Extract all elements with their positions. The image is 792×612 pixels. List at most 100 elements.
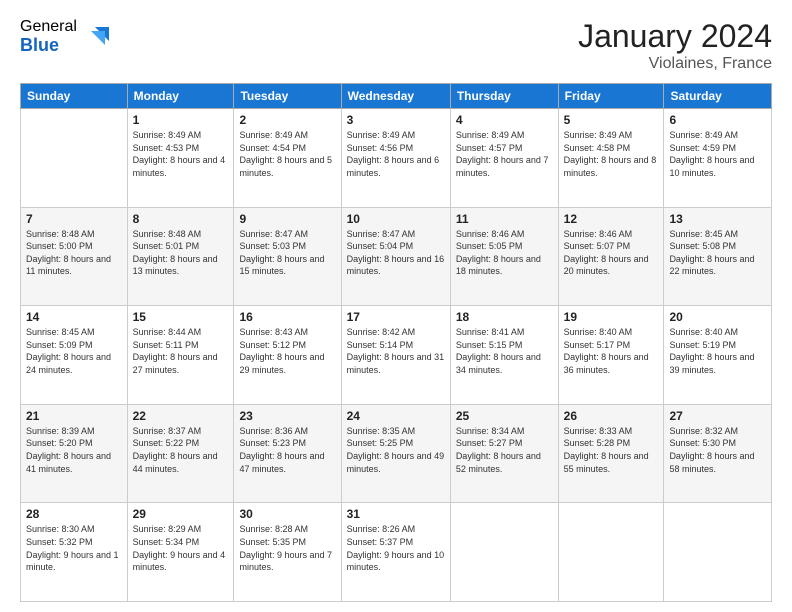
day-number: 15 — [133, 310, 229, 324]
day-number: 21 — [26, 409, 122, 423]
day-info: Sunrise: 8:26 AM Sunset: 5:37 PM Dayligh… — [347, 523, 445, 573]
day-number: 30 — [239, 507, 335, 521]
day-header-wednesday: Wednesday — [341, 84, 450, 109]
calendar: SundayMondayTuesdayWednesdayThursdayFrid… — [20, 83, 772, 602]
day-number: 31 — [347, 507, 445, 521]
day-info: Sunrise: 8:49 AM Sunset: 4:58 PM Dayligh… — [564, 129, 659, 179]
calendar-cell — [558, 503, 664, 602]
day-number: 5 — [564, 113, 659, 127]
calendar-cell: 7 Sunrise: 8:48 AM Sunset: 5:00 PM Daylig… — [21, 207, 128, 306]
calendar-cell: 3Sunrise: 8:49 AM Sunset: 4:56 PM Daylig… — [341, 109, 450, 208]
day-info: Sunrise: 8:49 AM Sunset: 4:59 PM Dayligh… — [669, 129, 766, 179]
day-info: Sunrise: 8:46 AM Sunset: 5:07 PM Dayligh… — [564, 228, 659, 278]
calendar-cell: 30 Sunrise: 8:28 AM Sunset: 5:35 PM Dayli… — [234, 503, 341, 602]
day-number: 8 — [133, 212, 229, 226]
calendar-cell: 11 Sunrise: 8:46 AM Sunset: 5:05 PM Dayli… — [450, 207, 558, 306]
day-info: Sunrise: 8:32 AM Sunset: 5:30 PM Dayligh… — [669, 425, 766, 475]
day-info: Sunrise: 8:40 AM Sunset: 5:19 PM Dayligh… — [669, 326, 766, 376]
calendar-body: 1 Sunrise: 8:49 AM Sunset: 4:53 PM Daylig… — [21, 109, 772, 602]
calendar-week-2: 7 Sunrise: 8:48 AM Sunset: 5:00 PM Daylig… — [21, 207, 772, 306]
calendar-header-row: SundayMondayTuesdayWednesdayThursdayFrid… — [21, 84, 772, 109]
day-number: 22 — [133, 409, 229, 423]
calendar-cell: 27 Sunrise: 8:32 AM Sunset: 5:30 PM Dayli… — [664, 404, 772, 503]
logo: General Blue — [20, 18, 113, 55]
day-header-friday: Friday — [558, 84, 664, 109]
day-number: 27 — [669, 409, 766, 423]
calendar-cell: 9 Sunrise: 8:47 AM Sunset: 5:03 PM Daylig… — [234, 207, 341, 306]
day-number: 9 — [239, 212, 335, 226]
day-info: Sunrise: 8:43 AM Sunset: 5:12 PM Dayligh… — [239, 326, 335, 376]
calendar-cell: 25 Sunrise: 8:34 AM Sunset: 5:27 PM Dayli… — [450, 404, 558, 503]
logo-blue: Blue — [20, 36, 77, 56]
day-info: Sunrise: 8:40 AM Sunset: 5:17 PM Dayligh… — [564, 326, 659, 376]
day-number: 10 — [347, 212, 445, 226]
day-number: 1 — [133, 113, 229, 127]
day-number: 7 — [26, 212, 122, 226]
title-block: January 2024 Violaines, France — [578, 18, 772, 73]
calendar-cell: 24 Sunrise: 8:35 AM Sunset: 5:25 PM Dayli… — [341, 404, 450, 503]
day-info: Sunrise: 8:49 AM Sunset: 4:56 PM Dayligh… — [347, 129, 445, 179]
day-number: 26 — [564, 409, 659, 423]
day-info: Sunrise: 8:47 AM Sunset: 5:04 PM Dayligh… — [347, 228, 445, 278]
calendar-cell: 14Sunrise: 8:45 AM Sunset: 5:09 PM Dayli… — [21, 306, 128, 405]
day-info: Sunrise: 8:36 AM Sunset: 5:23 PM Dayligh… — [239, 425, 335, 475]
day-number: 19 — [564, 310, 659, 324]
location-title: Violaines, France — [578, 55, 772, 73]
day-info: Sunrise: 8:45 AM Sunset: 5:09 PM Dayligh… — [26, 326, 122, 376]
day-info: Sunrise: 8:49 AM Sunset: 4:54 PM Dayligh… — [239, 129, 335, 179]
calendar-cell: 19 Sunrise: 8:40 AM Sunset: 5:17 PM Dayli… — [558, 306, 664, 405]
day-header-thursday: Thursday — [450, 84, 558, 109]
calendar-cell: 6 Sunrise: 8:49 AM Sunset: 4:59 PM Daylig… — [664, 109, 772, 208]
day-number: 18 — [456, 310, 553, 324]
day-info: Sunrise: 8:47 AM Sunset: 5:03 PM Dayligh… — [239, 228, 335, 278]
day-info: Sunrise: 8:35 AM Sunset: 5:25 PM Dayligh… — [347, 425, 445, 475]
day-number: 20 — [669, 310, 766, 324]
day-number: 6 — [669, 113, 766, 127]
day-number: 11 — [456, 212, 553, 226]
calendar-cell: 8 Sunrise: 8:48 AM Sunset: 5:01 PM Daylig… — [127, 207, 234, 306]
calendar-cell — [450, 503, 558, 602]
calendar-week-4: 21 Sunrise: 8:39 AM Sunset: 5:20 PM Dayli… — [21, 404, 772, 503]
day-number: 24 — [347, 409, 445, 423]
day-number: 17 — [347, 310, 445, 324]
day-header-monday: Monday — [127, 84, 234, 109]
day-info: Sunrise: 8:34 AM Sunset: 5:27 PM Dayligh… — [456, 425, 553, 475]
day-number: 12 — [564, 212, 659, 226]
day-number: 25 — [456, 409, 553, 423]
calendar-week-5: 28Sunrise: 8:30 AM Sunset: 5:32 PM Dayli… — [21, 503, 772, 602]
calendar-cell: 20 Sunrise: 8:40 AM Sunset: 5:19 PM Dayli… — [664, 306, 772, 405]
calendar-cell: 1 Sunrise: 8:49 AM Sunset: 4:53 PM Daylig… — [127, 109, 234, 208]
day-number: 2 — [239, 113, 335, 127]
calendar-cell: 17 Sunrise: 8:42 AM Sunset: 5:14 PM Dayli… — [341, 306, 450, 405]
calendar-cell: 4Sunrise: 8:49 AM Sunset: 4:57 PM Daylig… — [450, 109, 558, 208]
day-number: 13 — [669, 212, 766, 226]
day-info: Sunrise: 8:41 AM Sunset: 5:15 PM Dayligh… — [456, 326, 553, 376]
day-info: Sunrise: 8:49 AM Sunset: 4:53 PM Dayligh… — [133, 129, 229, 179]
calendar-cell: 15Sunrise: 8:44 AM Sunset: 5:11 PM Dayli… — [127, 306, 234, 405]
day-info: Sunrise: 8:42 AM Sunset: 5:14 PM Dayligh… — [347, 326, 445, 376]
day-number: 28 — [26, 507, 122, 521]
calendar-cell: 18 Sunrise: 8:41 AM Sunset: 5:15 PM Dayli… — [450, 306, 558, 405]
day-info: Sunrise: 8:46 AM Sunset: 5:05 PM Dayligh… — [456, 228, 553, 278]
day-number: 4 — [456, 113, 553, 127]
month-title: January 2024 — [578, 18, 772, 55]
calendar-cell: 13Sunrise: 8:45 AM Sunset: 5:08 PM Dayli… — [664, 207, 772, 306]
day-info: Sunrise: 8:39 AM Sunset: 5:20 PM Dayligh… — [26, 425, 122, 475]
day-header-saturday: Saturday — [664, 84, 772, 109]
day-info: Sunrise: 8:48 AM Sunset: 5:01 PM Dayligh… — [133, 228, 229, 278]
calendar-week-1: 1 Sunrise: 8:49 AM Sunset: 4:53 PM Daylig… — [21, 109, 772, 208]
calendar-cell: 16 Sunrise: 8:43 AM Sunset: 5:12 PM Dayli… — [234, 306, 341, 405]
calendar-cell: 10 Sunrise: 8:47 AM Sunset: 5:04 PM Dayli… — [341, 207, 450, 306]
day-info: Sunrise: 8:28 AM Sunset: 5:35 PM Dayligh… — [239, 523, 335, 573]
calendar-cell: 22Sunrise: 8:37 AM Sunset: 5:22 PM Dayli… — [127, 404, 234, 503]
page: General Blue January 2024 Violaines, Fra… — [0, 0, 792, 612]
calendar-cell: 23Sunrise: 8:36 AM Sunset: 5:23 PM Dayli… — [234, 404, 341, 503]
header: General Blue January 2024 Violaines, Fra… — [20, 18, 772, 73]
logo-icon — [85, 23, 113, 51]
logo-text: General Blue — [20, 18, 77, 55]
day-number: 29 — [133, 507, 229, 521]
day-header-tuesday: Tuesday — [234, 84, 341, 109]
calendar-cell: 21 Sunrise: 8:39 AM Sunset: 5:20 PM Dayli… — [21, 404, 128, 503]
day-info: Sunrise: 8:48 AM Sunset: 5:00 PM Dayligh… — [26, 228, 122, 278]
day-number: 16 — [239, 310, 335, 324]
